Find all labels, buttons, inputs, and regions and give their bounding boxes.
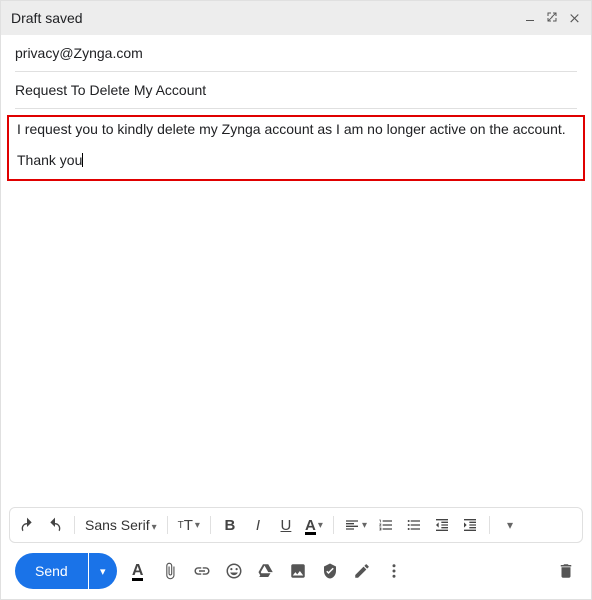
minimize-icon[interactable] (524, 11, 536, 25)
to-value: privacy@Zynga.com (15, 45, 143, 61)
indent-increase-button[interactable] (461, 517, 479, 533)
bold-button[interactable]: B (221, 517, 239, 534)
underline-button[interactable]: U (277, 517, 295, 534)
fullscreen-icon[interactable] (546, 11, 558, 25)
chevron-down-icon: ▾ (152, 522, 157, 533)
bulleted-list-button[interactable] (405, 517, 423, 533)
send-more-button[interactable]: ▾ (89, 553, 117, 589)
compose-header: Draft saved (1, 1, 591, 35)
more-format-button[interactable]: ▾ (500, 518, 518, 532)
indent-decrease-button[interactable] (433, 517, 451, 533)
subject-field[interactable]: Request To Delete My Account (15, 72, 577, 109)
compose-fields: privacy@Zynga.com Request To Delete My A… (1, 35, 591, 109)
separator (489, 516, 490, 534)
align-button[interactable]: ▾ (344, 517, 367, 533)
insert-photo-icon[interactable] (287, 560, 309, 582)
numbered-list-button[interactable] (377, 517, 395, 533)
close-icon[interactable] (568, 11, 581, 26)
font-family-select[interactable]: Sans Serif▾ (85, 517, 157, 533)
header-title: Draft saved (11, 10, 83, 26)
separator (333, 516, 334, 534)
discard-draft-icon[interactable] (555, 560, 577, 582)
send-group: Send ▾ (15, 553, 117, 589)
action-toolbar: Send ▾ A (9, 553, 583, 599)
body-line-2: Thank you (17, 152, 575, 169)
subject-value: Request To Delete My Account (15, 82, 206, 98)
text-cursor (82, 153, 83, 167)
redo-button[interactable] (46, 517, 64, 533)
attach-file-icon[interactable] (159, 560, 181, 582)
body-line-1: I request you to kindly delete my Zynga … (17, 121, 575, 138)
insert-signature-icon[interactable] (351, 560, 373, 582)
insert-emoji-icon[interactable] (223, 560, 245, 582)
more-options-icon[interactable] (383, 560, 405, 582)
separator (167, 516, 168, 534)
compose-window: Draft saved privacy@Zynga.com Request To… (0, 0, 592, 600)
text-color-button[interactable]: A▾ (305, 517, 323, 534)
insert-link-icon[interactable] (191, 560, 213, 582)
separator (74, 516, 75, 534)
confidential-mode-icon[interactable] (319, 560, 341, 582)
to-field[interactable]: privacy@Zynga.com (15, 35, 577, 72)
header-actions (524, 11, 581, 26)
compose-body-highlight: I request you to kindly delete my Zynga … (7, 115, 585, 181)
separator (210, 516, 211, 534)
compose-body-area[interactable]: I request you to kindly delete my Zynga … (1, 109, 591, 507)
formatting-options-button[interactable]: A (127, 560, 149, 582)
undo-button[interactable] (18, 517, 36, 533)
send-button[interactable]: Send (15, 553, 88, 589)
toolbars: Sans Serif▾ TT▾ B I U A▾ ▾ (1, 507, 591, 599)
insert-drive-icon[interactable] (255, 560, 277, 582)
format-toolbar: Sans Serif▾ TT▾ B I U A▾ ▾ (9, 507, 583, 543)
font-size-select[interactable]: TT▾ (178, 517, 200, 534)
italic-button[interactable]: I (249, 517, 267, 534)
